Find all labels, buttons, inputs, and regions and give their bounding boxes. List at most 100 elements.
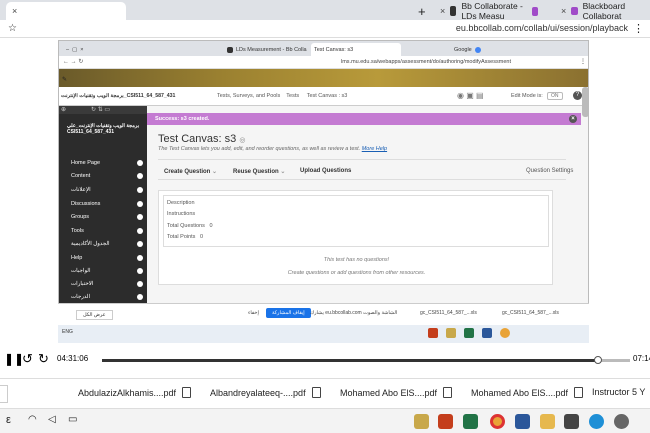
download-filename: Albandreyalateeq-....pdf [210,387,306,398]
page-subtitle: The Test Canvas lets you add, edit, and … [158,146,387,152]
store-icon[interactable] [564,414,579,429]
sidebar-item-tests[interactable]: الاختبارات [71,281,93,287]
rewind-icon[interactable]: ↺ [22,351,33,367]
hide-button[interactable]: إخفاء [248,310,259,316]
wifi-icon[interactable]: ◠ [28,414,37,425]
volume-icon[interactable]: ◁ [48,414,56,425]
page-title: Test Canvas: s3 ◎ [158,133,245,145]
sidebar-item-content[interactable]: Content [71,173,90,179]
more-help-link[interactable]: More Help [362,146,387,152]
close-banner-icon[interactable]: × [569,115,577,123]
bookmark-star-icon[interactable]: ☆ [8,23,17,34]
info-icon[interactable]: ◎ [239,137,245,144]
download-item[interactable]: Albandreyalateeq-....pdf [210,387,321,398]
download-item[interactable]: Mohamed Abo ElS....pdf [340,387,453,398]
question-settings-button[interactable]: Question Settings [526,168,573,174]
tab-close-icon[interactable]: × [561,6,566,16]
reuse-question-label: Reuse Question [233,169,279,175]
progress-knob[interactable] [594,356,603,364]
powerpoint-icon[interactable] [438,414,453,429]
nav-arrows-icon[interactable]: ← → ↻ [63,58,83,65]
explorer-icon[interactable] [414,414,429,429]
excel-icon[interactable] [464,328,474,338]
close-icon[interactable]: × [80,47,83,53]
word-icon[interactable] [515,414,530,429]
outer-url-text[interactable]: eu.bbcollab.com/collab/ui/session/playba… [456,23,628,33]
sidebar-tool-icons[interactable]: ⊕ ↻ ⇅ ▭ [61,106,110,113]
sidebar-item-announcements[interactable]: الإعلانات [71,187,91,193]
search-glyph[interactable]: ε [6,414,11,426]
outer-tab-0[interactable]: × [6,2,126,20]
folder-icon[interactable] [540,414,555,429]
edge-icon[interactable] [589,414,604,429]
google-icon [474,46,481,53]
folder-icon[interactable] [446,328,456,338]
inner-tab-2[interactable]: Google [451,43,484,56]
inner-menu-icon[interactable]: ⋮ [580,58,586,65]
sidebar-item-assignments[interactable]: الواجبات [71,268,91,274]
breadcrumb-item[interactable]: Tests, Surveys, and Pools [217,93,280,99]
inner-tab-1[interactable]: Test Canvas: s3 [311,43,401,56]
outer-address-bar[interactable]: ☆ eu.bbcollab.com/collab/ui/session/play… [0,20,650,38]
sidebar-item-groups[interactable]: Groups [71,214,89,220]
chrome-icon[interactable] [490,414,505,429]
help-icon[interactable]: ? [573,91,582,100]
menu-dots-icon[interactable]: ⋮ [633,22,644,35]
divider [158,159,566,160]
inner-tab-0[interactable]: LDs Measurement - Bb Colla [224,43,310,56]
toolbar-icons[interactable]: ◉ ▣ ▤ [457,91,484,100]
maximize-icon[interactable]: ▢ [72,47,77,53]
show-all-button[interactable]: عرض الكل [76,310,113,320]
sidebar-dot [137,281,143,287]
inner-download-item[interactable]: gc_CSI511_64_587_...xls [502,310,559,316]
breadcrumb-item[interactable]: Tests [286,93,299,99]
pdf-file-icon [443,387,453,398]
edit-mode-toggle[interactable]: ON [547,92,563,100]
inner-address-bar[interactable]: ← → ↻ lms.mu.edu.sa/webapps/assessment/d… [59,56,588,69]
download-item[interactable]: Instructor 5 Y [592,387,645,397]
course-name[interactable]: برمجة الويب وتقنيات الإنترنت_CSI511_64_5… [61,93,175,99]
player-controls: ❚❚ ↺ ↻ 04:31:06 07:14 [0,344,650,378]
reuse-question-menu[interactable]: Reuse Question ⌄ [233,168,285,175]
create-question-menu[interactable]: Create Question ⌄ [164,168,217,175]
scrollbar-thumb[interactable] [582,87,588,117]
inner-url-text[interactable]: lms.mu.edu.sa/webapps/assessment/do/auth… [341,59,511,65]
download-item[interactable]: Mohamed Abo ElS....pdf [471,387,584,398]
stop-sharing-button[interactable]: إيقاف المشاركة [266,308,311,318]
sidebar-item-help[interactable]: Help [71,255,82,261]
sidebar-dot [137,228,143,234]
download-filename: Mohamed Abo ElS....pdf [340,387,438,398]
bb-favicon-icon [227,46,233,53]
sidebar-item-grades[interactable]: الدرجات [71,294,90,300]
sidebar-item-home[interactable]: Home Page [71,160,100,166]
instructions-label: Instructions [167,211,196,217]
powerpoint-icon[interactable] [428,328,438,338]
battery-icon[interactable]: ▭ [68,414,77,425]
total-questions-value: 0 [209,223,213,229]
bb-favicon-icon [450,6,457,16]
word-icon[interactable] [482,328,492,338]
download-item-partial[interactable] [0,385,8,403]
tab-close-icon[interactable]: × [12,6,17,16]
forward-icon[interactable]: ↻ [38,351,49,367]
inner-window-controls: – ▢ × [63,43,123,56]
excel-icon[interactable] [463,414,478,429]
tab-close-icon[interactable]: × [440,6,445,16]
downloads-bar: AbdulazizAlkhamis....pdf Albandreyalatee… [0,378,650,408]
sidebar-course-title[interactable]: برمجة الويب وتقنيات الإنترنت_علي CSI511_… [67,123,141,135]
shared-screen: – ▢ × LDs Measurement - Bb Colla Test Ca… [58,40,589,325]
outer-tab-2[interactable]: × Blackboard Collaborat [555,1,650,21]
chrome-icon[interactable] [500,328,510,338]
inner-download-item[interactable]: gc_CSI511_64_587_...xls [420,310,477,316]
new-tab-button[interactable]: + [412,2,432,20]
create-question-label: Create Question [164,169,211,175]
outer-tab-1[interactable]: × Bb Collaborate - LDs Measu [434,1,544,21]
sidebar-item-schedule[interactable]: الجدول الأكاديمية [71,241,110,247]
settings-icon[interactable] [614,414,629,429]
download-item[interactable]: AbdulazizAlkhamis....pdf [78,387,192,398]
upload-questions-button[interactable]: Upload Questions [300,168,351,174]
download-filename: Mohamed Abo ElS....pdf [471,387,569,398]
minimize-icon[interactable]: – [66,47,69,53]
sidebar-item-tools[interactable]: Tools [71,228,84,234]
sidebar-item-discussions[interactable]: Discussions [71,201,100,207]
